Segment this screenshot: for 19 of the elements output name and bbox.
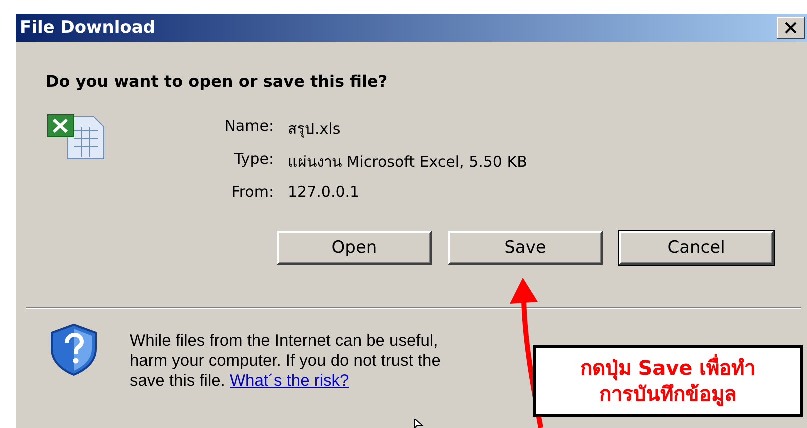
dialog-button[interactable]: Cancel xyxy=(619,231,774,265)
field-value: 127.0.0.1 xyxy=(288,183,361,201)
risk-link[interactable]: What´s the risk? xyxy=(230,372,350,390)
field-label: Type: xyxy=(233,150,274,170)
close-icon xyxy=(784,22,798,34)
warning-text: harm your computer. If you do not trust the xyxy=(130,352,441,370)
field-value: แผ่นงาน Microsoft Excel, 5.50 KB xyxy=(288,152,528,173)
callout-text: กดปุ่ม Save เพื่อทำ xyxy=(580,355,756,381)
field-label: Name: xyxy=(224,117,274,137)
field-label: From: xyxy=(230,183,274,201)
warning-text: While files from the Internet can be useful, xyxy=(130,332,438,350)
warning-text: save this file. xyxy=(130,372,226,390)
question-text: Do you want to open or save this file? xyxy=(46,72,389,91)
field-value: สรุป.xls xyxy=(288,119,342,140)
dialog-button[interactable]: Save xyxy=(448,231,603,265)
close-button[interactable] xyxy=(777,17,805,39)
callout-text: การบันทึกข้อมูล xyxy=(600,381,736,407)
dialog-button[interactable]: Open xyxy=(277,231,432,265)
window-title: File Download xyxy=(20,18,156,38)
